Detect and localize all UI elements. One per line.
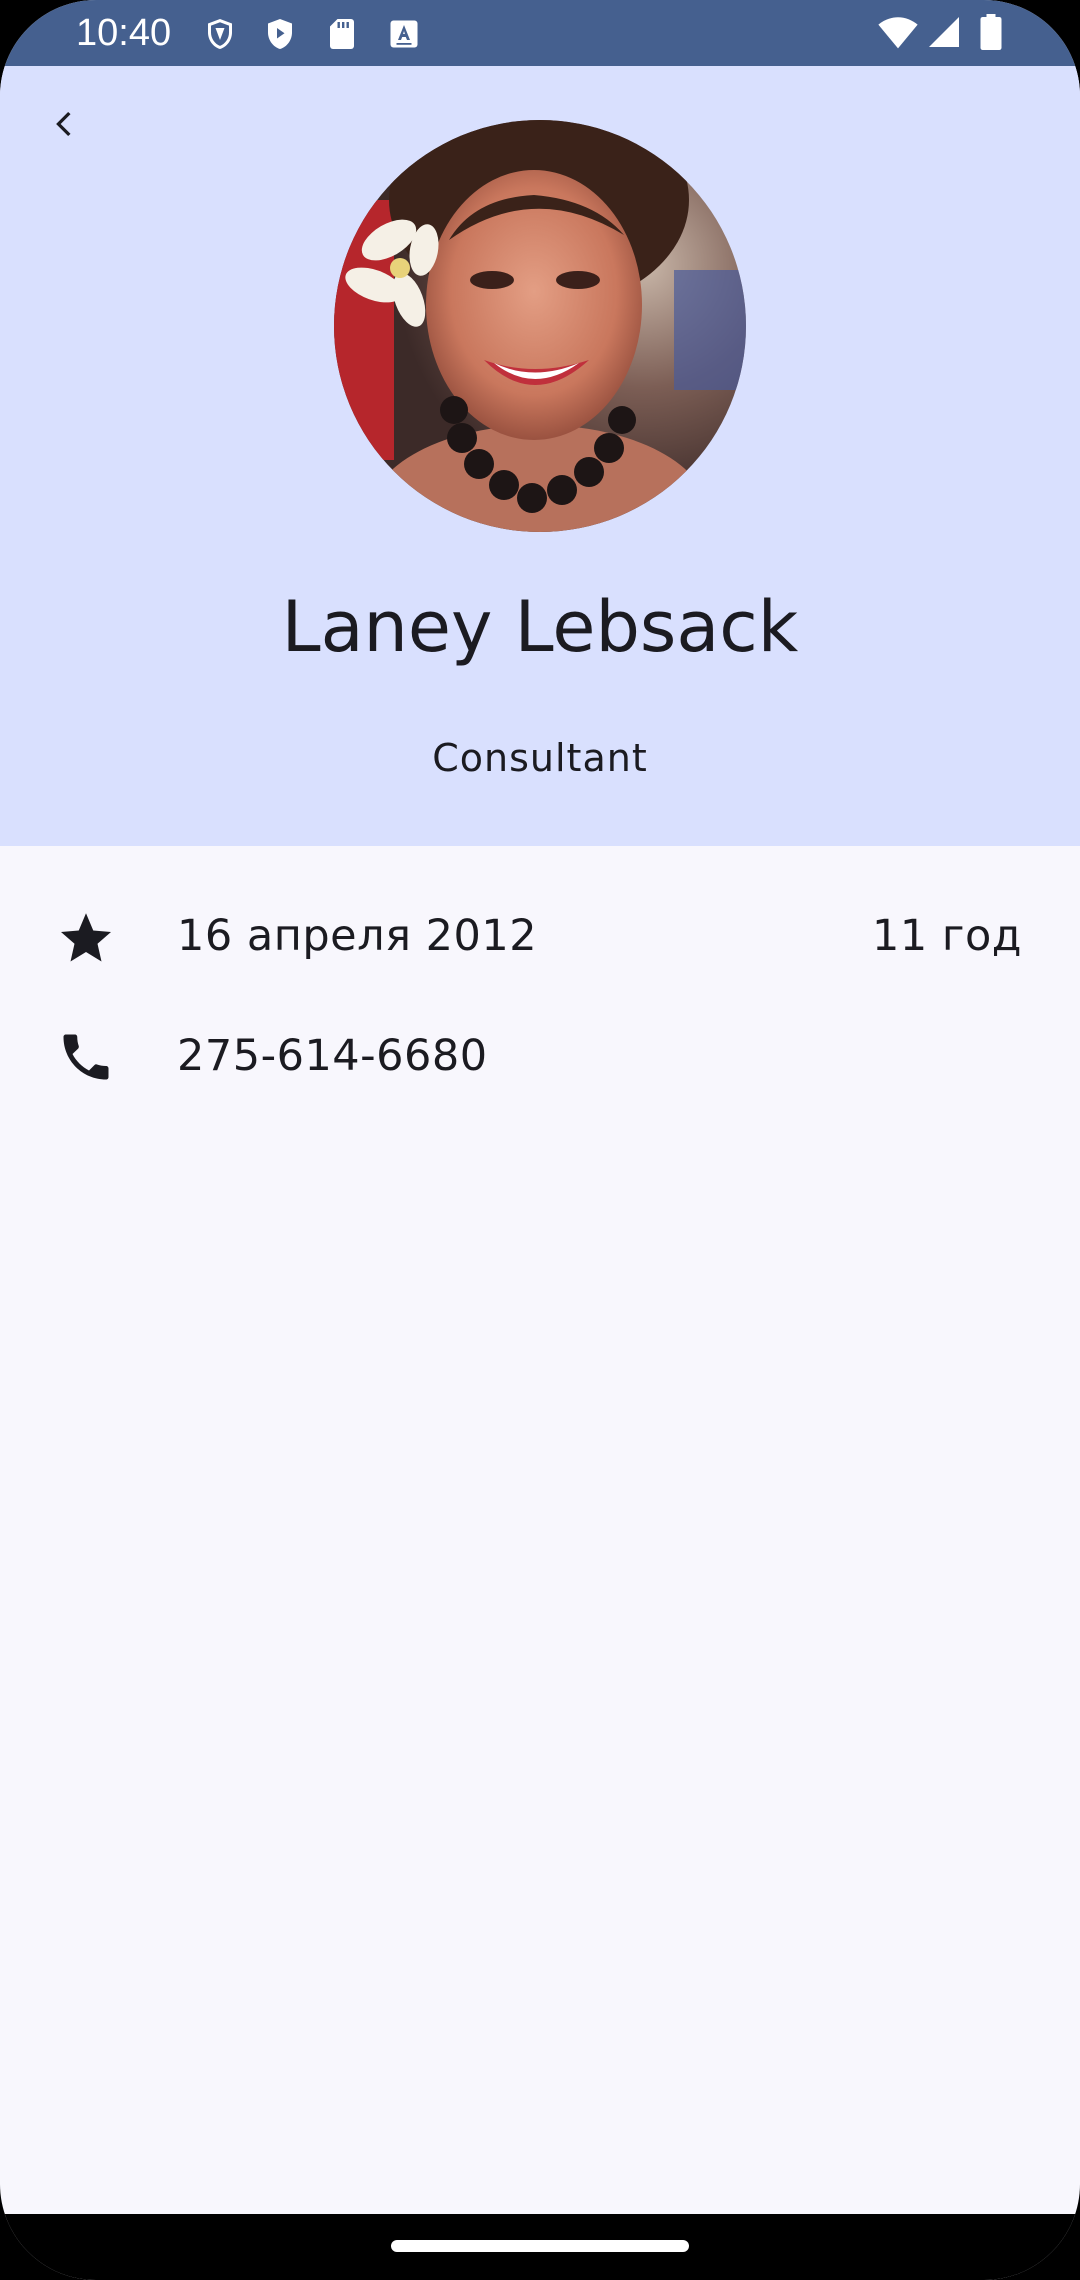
phone-icon xyxy=(56,1027,116,1087)
signal-icon xyxy=(926,14,962,50)
back-button[interactable] xyxy=(36,94,96,154)
sd-card-icon xyxy=(324,16,360,52)
play-shield-icon xyxy=(262,16,298,52)
avatar xyxy=(334,120,746,532)
app-screen: 10:40 Laney Lebsack Consultant 16 апреля… xyxy=(0,0,1080,2280)
phone-number[interactable]: 275-614-6680 xyxy=(177,1030,488,1082)
home-gesture-handle[interactable] xyxy=(391,2240,689,2252)
chevron-left-icon xyxy=(56,112,71,136)
star-icon xyxy=(56,907,116,967)
wifi-icon xyxy=(878,14,918,50)
shield-outline-icon xyxy=(202,16,238,52)
status-bar: 10:40 xyxy=(0,0,1080,66)
employee-name: Laney Lebsack xyxy=(281,586,799,668)
hire-date: 16 апреля 2012 xyxy=(177,911,538,961)
profile-header: Laney Lebsack Consultant xyxy=(0,66,1080,846)
hire-date-row: 16 апреля 2012 11 год xyxy=(0,880,1080,990)
phone-row[interactable]: 275-614-6680 xyxy=(0,1000,1080,1110)
employee-position: Consultant xyxy=(432,736,648,780)
battery-icon xyxy=(978,14,1004,50)
tenure: 11 год xyxy=(871,911,1022,961)
keyboard-a-icon xyxy=(386,16,422,52)
status-time: 10:40 xyxy=(76,12,172,54)
